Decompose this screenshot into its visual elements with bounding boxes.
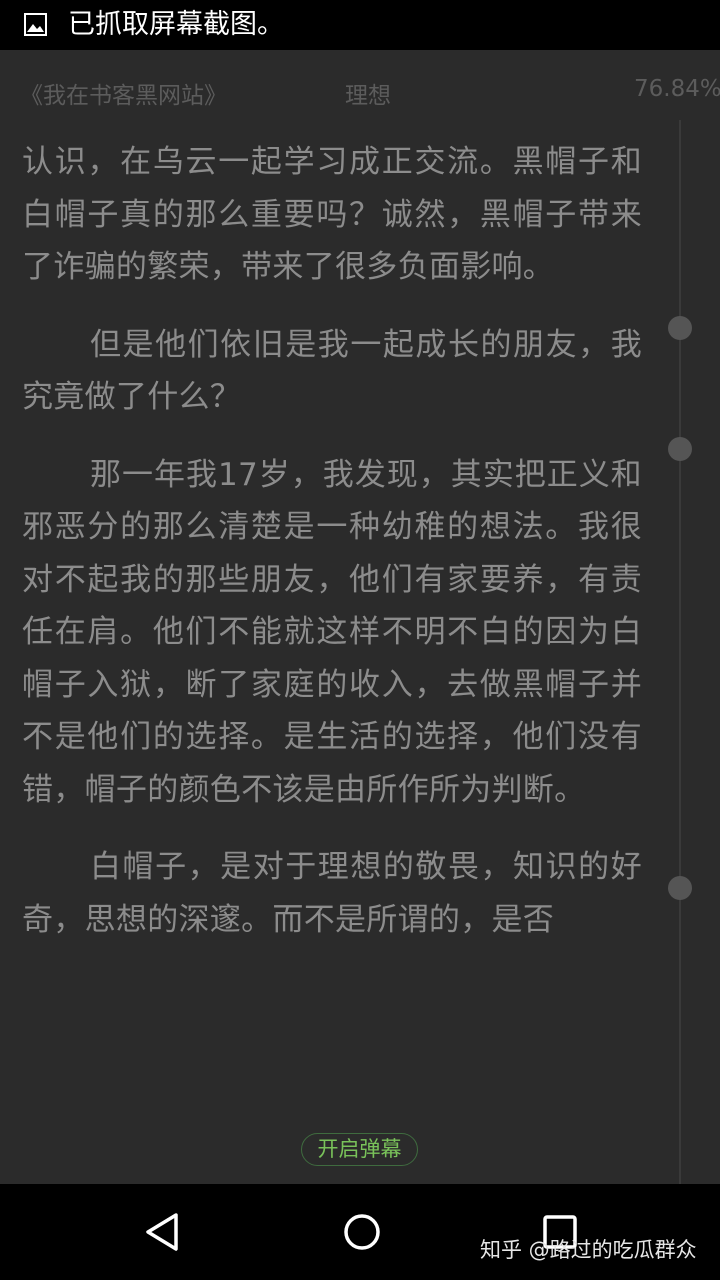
chapter-text: 认识，在乌云一起学习成正交流。黑帽子和白帽子真的那么重要吗？诚然，黑帽子带来了诈… <box>22 136 642 971</box>
scroll-marker[interactable] <box>668 316 692 340</box>
paragraph: 白帽子，是对于理想的敬畏，知识的好奇，思想的深邃。而不是所谓的，是否 <box>22 849 642 938</box>
status-bar: 已抓取屏幕截图。 <box>0 0 720 50</box>
chapter-title: 理想 <box>345 83 391 109</box>
home-icon[interactable] <box>340 1210 384 1254</box>
watermark: 知乎 @路过的吃瓜群众 <box>480 1238 697 1262</box>
navigation-bar <box>0 1184 720 1280</box>
paragraph: 认识，在乌云一起学习成正交流。黑帽子和白帽子真的那么重要吗？诚然，黑帽子带来了诈… <box>22 144 642 285</box>
reader-header: 《我在书客黑网站》 理想 76.84% <box>0 50 720 130</box>
book-title: 《我在书客黑网站》 <box>20 83 227 109</box>
back-icon[interactable] <box>142 1210 186 1254</box>
image-icon <box>24 13 47 36</box>
paragraph: 那一年我17岁，我发现，其实把正义和邪恶分的那么清楚是一种幼稚的想法。我很对不起… <box>22 456 642 808</box>
reader-view[interactable]: 《我在书客黑网站》 理想 76.84% 认识，在乌云一起学习成正交流。黑帽子和白… <box>0 50 720 1184</box>
reading-progress: 76.84% <box>634 76 720 102</box>
scroll-marker[interactable] <box>668 876 692 900</box>
danmaku-toggle-button[interactable]: 开启弹幕 <box>301 1133 418 1166</box>
paragraph: 但是他们依旧是我一起成长的朋友，我究竟做了什么？ <box>22 326 642 416</box>
scroll-marker[interactable] <box>668 437 692 461</box>
scroll-track[interactable] <box>679 120 681 1184</box>
status-message: 已抓取屏幕截图。 <box>68 9 284 40</box>
